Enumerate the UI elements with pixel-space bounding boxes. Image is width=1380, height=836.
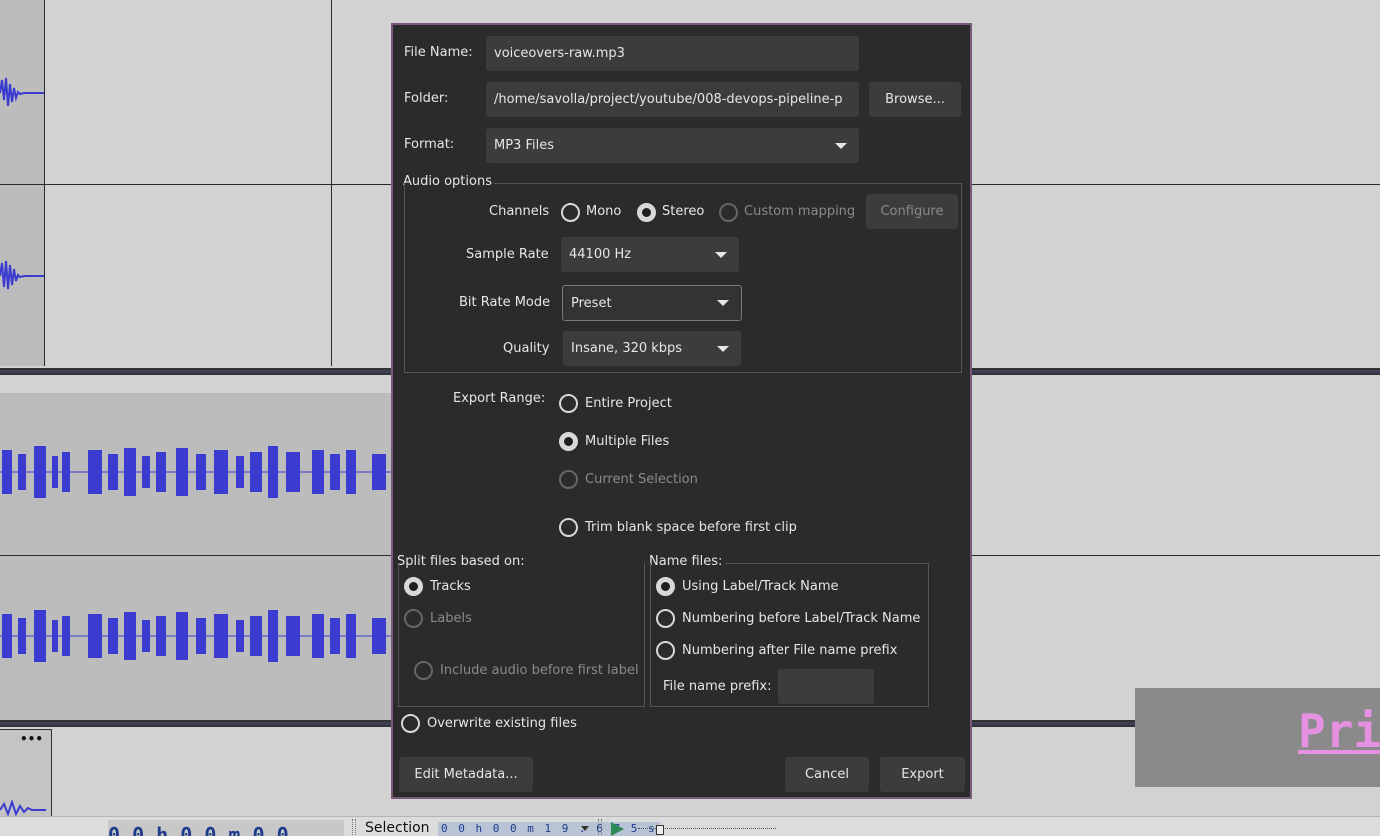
waveform-track-1-left: [0, 77, 44, 107]
chevron-down-icon: [717, 300, 729, 306]
split-labels-label: Labels: [430, 611, 472, 626]
split-tracks-radio[interactable]: [404, 577, 423, 596]
name-numbering-after-label[interactable]: Numbering after File name prefix: [682, 643, 897, 658]
waveform-track-2-right: [0, 610, 392, 662]
play-speed-slider[interactable]: [638, 819, 776, 835]
chevron-down-icon: [715, 251, 727, 258]
waveform-track-1-right: [0, 260, 44, 290]
include-audio-checkbox: [414, 661, 433, 680]
edit-metadata-button[interactable]: Edit Metadata...: [399, 757, 533, 792]
format-select[interactable]: MP3 Files: [486, 128, 859, 163]
waveform-track-3: [0, 800, 46, 816]
name-numbering-after-radio[interactable]: [656, 641, 675, 660]
bit-rate-mode-select[interactable]: Preset: [562, 285, 742, 321]
folder-label: Folder:: [404, 91, 449, 106]
track-1-clip[interactable]: [0, 0, 44, 366]
export-audio-dialog: File Name: voiceovers-raw.mp3 Folder: /h…: [391, 23, 972, 799]
channel-custom-mapping-label: Custom mapping: [744, 204, 856, 219]
ellipsis-icon[interactable]: •••: [20, 732, 43, 746]
export-multiple-files-label[interactable]: Multiple Files: [585, 434, 669, 449]
format-select-value: MP3 Files: [494, 138, 554, 153]
chevron-down-icon[interactable]: [581, 826, 589, 831]
name-numbering-before-radio[interactable]: [656, 609, 675, 628]
sample-rate-label: Sample Rate: [466, 247, 549, 262]
chevron-down-icon: [835, 142, 847, 149]
overlay-text: Pri: [1298, 704, 1380, 758]
name-numbering-before-label[interactable]: Numbering before Label/Track Name: [682, 611, 920, 626]
group-top-border: [494, 183, 962, 184]
bit-rate-mode-value: Preset: [571, 295, 612, 311]
status-toolbar: 0 0 h 0 0 m 0 0 Selection 0 0 h 0 0 m 1 …: [0, 816, 1380, 836]
group-top-border: [725, 563, 929, 564]
export-button[interactable]: Export: [880, 757, 965, 792]
overwrite-checkbox[interactable]: [401, 714, 420, 733]
channels-label: Channels: [489, 204, 550, 219]
quality-select[interactable]: Insane, 320 kbps: [563, 331, 741, 366]
name-using-label-radio[interactable]: [656, 577, 675, 596]
configure-button: Configure: [866, 194, 958, 229]
trim-blank-space-label[interactable]: Trim blank space before first clip: [585, 520, 797, 535]
name-using-label-label[interactable]: Using Label/Track Name: [682, 579, 838, 594]
sample-rate-value: 44100 Hz: [569, 247, 632, 262]
format-label: Format:: [404, 137, 455, 152]
toolbar-grip[interactable]: [352, 819, 356, 835]
clip-boundary-line: [44, 0, 45, 366]
export-current-selection-label: Current Selection: [585, 472, 698, 487]
export-entire-project-label[interactable]: Entire Project: [585, 396, 672, 411]
cancel-button[interactable]: Cancel: [785, 757, 869, 792]
quality-value: Insane, 320 kbps: [571, 341, 683, 356]
play-icon[interactable]: [611, 822, 624, 836]
file-name-prefix-label: File name prefix:: [663, 679, 772, 694]
cursor-line: [331, 0, 332, 366]
export-range-label: Export Range:: [453, 391, 546, 406]
selection-time-readout[interactable]: 0 0 h 0 0 m 1 9 . 6 7 5 s: [438, 822, 660, 836]
overwrite-label[interactable]: Overwrite existing files: [427, 716, 577, 731]
export-entire-project-radio[interactable]: [559, 394, 578, 413]
channel-mono-radio[interactable]: [561, 203, 580, 222]
selection-label: Selection: [365, 820, 430, 836]
chevron-down-icon: [717, 345, 729, 352]
toolbar-grip[interactable]: [598, 819, 602, 835]
quality-label: Quality: [503, 341, 550, 356]
channel-custom-mapping-radio: [719, 203, 738, 222]
sample-rate-select[interactable]: 44100 Hz: [561, 237, 739, 272]
file-name-field[interactable]: voiceovers-raw.mp3: [486, 36, 859, 71]
split-tracks-label[interactable]: Tracks: [430, 579, 471, 594]
audio-position-readout[interactable]: 0 0 h 0 0 m 0 0: [108, 820, 344, 836]
folder-field[interactable]: /home/savolla/project/youtube/008-devops…: [486, 82, 859, 117]
include-audio-label: Include audio before first label: [440, 663, 639, 678]
bit-rate-mode-label: Bit Rate Mode: [459, 295, 551, 310]
export-multiple-files-radio[interactable]: [559, 432, 578, 451]
browse-button[interactable]: Browse...: [869, 82, 961, 117]
channel-stereo-radio[interactable]: [637, 203, 656, 222]
track-3-clip[interactable]: •••: [0, 729, 52, 819]
split-labels-radio: [404, 609, 423, 628]
waveform-track-2-left: [0, 446, 392, 498]
channel-mono-label[interactable]: Mono: [586, 204, 621, 219]
export-current-selection-radio: [559, 470, 578, 489]
file-name-label: File Name:: [404, 45, 473, 60]
trim-blank-space-checkbox[interactable]: [559, 518, 578, 537]
channel-stereo-label[interactable]: Stereo: [662, 204, 704, 219]
file-name-prefix-input[interactable]: [778, 669, 874, 704]
